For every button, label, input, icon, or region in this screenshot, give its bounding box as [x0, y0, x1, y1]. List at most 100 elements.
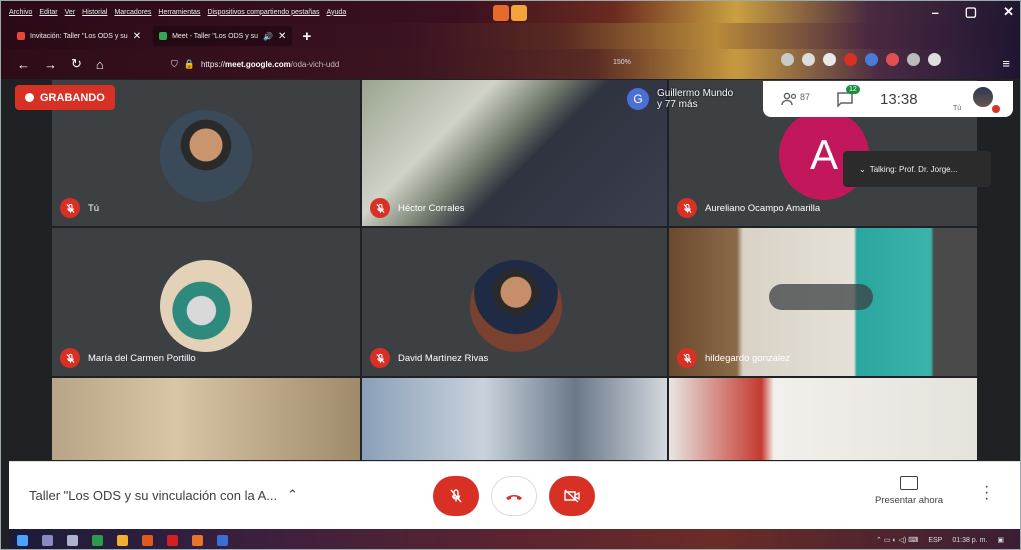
recording-badge: GRABANDO	[15, 85, 115, 110]
participant-tile-maria[interactable]: María del Carmen Portillo	[51, 227, 361, 377]
self-mute-indicator-icon	[992, 105, 1000, 113]
mic-off-icon	[450, 489, 462, 503]
chat-button[interactable]: 12	[836, 85, 860, 107]
maximize-button[interactable]: ▢	[965, 4, 977, 20]
people-count: 87	[800, 92, 811, 102]
minimize-button[interactable]: –	[932, 5, 939, 20]
menu-ayuda[interactable]: Ayuda	[327, 9, 347, 16]
windows-taskbar: ⌃ ▭ ◐ ◁) ⌨ ESP 01:38 p. m. ▣	[9, 529, 1020, 549]
chevron-down-icon: ⌄	[859, 164, 866, 174]
shield-extension-icon[interactable]	[823, 53, 836, 66]
participant-name: Tú	[88, 202, 100, 214]
participant-tile-video[interactable]	[51, 377, 361, 461]
tab-bar: Invitación: Taller "Los ODS y su ✕ Meet …	[1, 23, 1020, 49]
app-icon[interactable]	[217, 534, 228, 546]
meeting-clock: 13:38	[880, 90, 918, 108]
acrobat-icon[interactable]	[167, 534, 178, 546]
home-icon[interactable]: ⌂	[96, 57, 104, 72]
library-icon[interactable]	[781, 53, 794, 66]
menu-hamburger-icon[interactable]: ≡	[1002, 56, 1010, 71]
overflow-participants[interactable]: G Guillermo Mundo y 77 más	[627, 81, 733, 117]
avatar	[160, 260, 252, 352]
participant-tile-david[interactable]: David Martínez Rivas	[361, 227, 668, 377]
mic-off-icon	[677, 198, 697, 218]
back-icon[interactable]: ←	[17, 57, 30, 72]
present-now-button[interactable]: Presentar ahora	[869, 476, 949, 506]
overflow-name: Guillermo Mundo	[657, 88, 734, 99]
close-window-button[interactable]: ✕	[1003, 4, 1014, 20]
toolbar-icons	[781, 53, 941, 66]
language-indicator[interactable]: ESP	[928, 537, 942, 544]
system-tray: ⌃ ▭ ◐ ◁) ⌨ ESP 01:38 p. m. ▣	[876, 529, 1004, 549]
firefox-logo-icon	[493, 5, 509, 21]
account-icon[interactable]	[802, 53, 815, 66]
participant-tile-video[interactable]	[668, 377, 978, 461]
meet-favicon-icon	[159, 32, 168, 40]
task-view-icon[interactable]	[67, 534, 78, 546]
meet-bottom-bar: Taller "Los ODS y su vinculación con la …	[9, 461, 1020, 529]
camera-toggle-button[interactable]	[549, 476, 595, 516]
overflow-more: y 77 más	[657, 99, 698, 110]
menu-dispositivos[interactable]: Dispositivos compartiendo pestañas	[207, 9, 319, 16]
tab-label: Meet - Taller "Los ODS y su	[172, 32, 259, 40]
tab-label: Invitación: Taller "Los ODS y su	[30, 32, 128, 40]
camera-off-icon	[564, 489, 580, 503]
talking-indicator[interactable]: ⌄ Talking: Prof. Dr. Jorge...	[843, 151, 991, 187]
notifications-icon[interactable]: ▣	[997, 536, 1004, 544]
forward-icon[interactable]: →	[44, 57, 57, 72]
hang-up-icon	[506, 495, 522, 500]
url-host: meet.google.com	[225, 59, 291, 69]
reload-icon[interactable]: ↻	[71, 56, 82, 72]
app-icon[interactable]	[92, 534, 103, 546]
taskbar-clock[interactable]: 01:38 p. m.	[952, 537, 987, 544]
extension-icon[interactable]	[886, 53, 899, 66]
talking-label: Talking: Prof. Dr. Jorge...	[869, 164, 958, 174]
self-avatar[interactable]	[971, 85, 995, 109]
more-options-icon[interactable]: · · ·	[984, 479, 989, 507]
participant-tile-hector[interactable]: Héctor Corrales	[361, 79, 668, 227]
menu-historial[interactable]: Historial	[82, 9, 107, 16]
speaker-icon: 🔊	[263, 31, 274, 41]
tab-close-icon[interactable]: ✕	[278, 31, 286, 42]
participant-name: hildegardo gonzalez	[705, 352, 791, 364]
participant-tile-hildegardo[interactable]: hildegardo gonzalez	[668, 227, 978, 377]
recording-dot-icon	[25, 93, 34, 102]
windows-start-icon[interactable]	[17, 534, 28, 546]
meeting-details[interactable]: Taller "Los ODS y su vinculación con la …	[29, 487, 298, 503]
extension-blue-icon[interactable]	[865, 53, 878, 66]
menu-archivo[interactable]: Archivo	[9, 9, 32, 16]
participant-name: Héctor Corrales	[398, 202, 465, 214]
firefox-taskbar-icon[interactable]	[192, 534, 203, 546]
tab-invitacion[interactable]: Invitación: Taller "Los ODS y su ✕	[11, 26, 147, 46]
shield-icon: ⛉	[171, 58, 178, 69]
url-bar[interactable]: ⛉ 🔒 https://meet.google.com/oda-vich-udd	[171, 53, 451, 75]
mic-off-icon	[677, 348, 697, 368]
firefox-badges	[493, 5, 527, 21]
tray-icons[interactable]: ⌃ ▭ ◐ ◁) ⌨	[876, 536, 918, 544]
menu-marcadores[interactable]: Marcadores	[114, 9, 151, 16]
people-button[interactable]: 87	[781, 92, 810, 106]
menu-herramientas[interactable]: Herramientas	[158, 9, 200, 16]
mic-toggle-button[interactable]	[433, 476, 479, 516]
file-explorer-icon[interactable]	[117, 534, 128, 546]
new-tab-button[interactable]: +	[302, 28, 311, 45]
profile-icon[interactable]	[928, 53, 941, 66]
tile-controls-overlay[interactable]	[769, 284, 873, 310]
office-icon[interactable]	[142, 534, 153, 546]
alert-badge-icon	[511, 5, 527, 21]
calendar-favicon-icon	[17, 32, 25, 40]
tab-meet[interactable]: Meet - Taller "Los ODS y su 🔊 ✕	[153, 26, 293, 46]
menu-ver[interactable]: Ver	[65, 9, 76, 16]
extensions-icon[interactable]	[907, 53, 920, 66]
url-path: /oda-vich-udd	[290, 59, 340, 69]
tab-close-icon[interactable]: ✕	[133, 31, 141, 42]
extension-red-icon[interactable]	[844, 53, 857, 66]
zoom-level[interactable]: 150%	[613, 59, 631, 66]
people-icon	[781, 92, 797, 106]
search-icon[interactable]	[42, 534, 53, 546]
recording-label: GRABANDO	[40, 91, 105, 104]
leave-call-button[interactable]	[491, 476, 537, 516]
avatar	[470, 260, 562, 352]
participant-tile-video[interactable]	[361, 377, 668, 461]
menu-editar[interactable]: Editar	[39, 9, 57, 16]
